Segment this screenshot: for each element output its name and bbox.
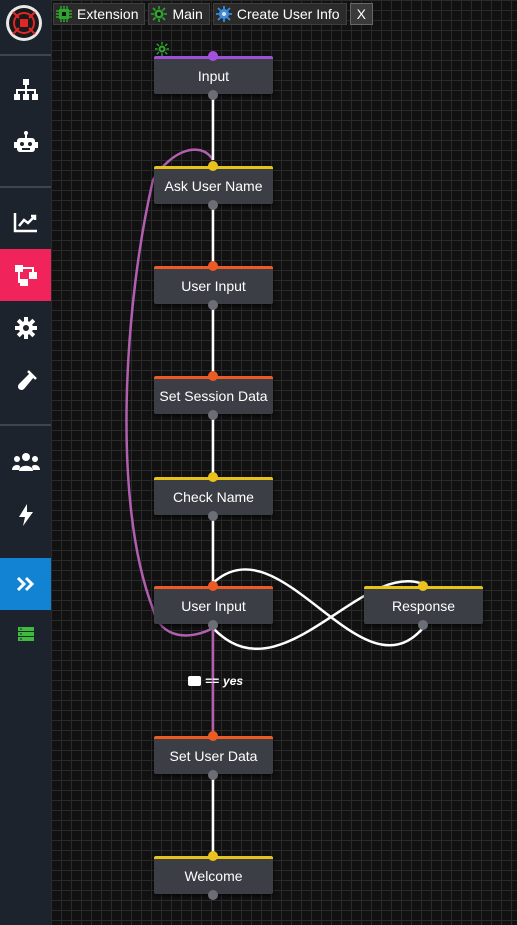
- message-dots-icon: [188, 676, 201, 686]
- flow-connections: [125, 98, 424, 853]
- input-port[interactable]: [208, 371, 218, 381]
- flow-node-set-session-data[interactable]: Set Session Data: [154, 371, 273, 420]
- output-port[interactable]: [208, 511, 218, 521]
- condition-operator: ==: [205, 674, 220, 688]
- flow-node-welcome[interactable]: Welcome: [154, 851, 273, 900]
- sitemap-icon: [13, 79, 38, 100]
- flow-node-user-input[interactable]: User Input: [154, 261, 273, 310]
- flow-node-set-user-data[interactable]: Set User Data: [154, 731, 273, 780]
- output-port[interactable]: [208, 770, 218, 780]
- node-label: Input: [197, 68, 230, 84]
- input-port[interactable]: [208, 472, 218, 482]
- flow-nodes-icon: [14, 265, 37, 286]
- condition-label[interactable]: == yes: [188, 673, 243, 689]
- flow-canvas[interactable]: Extension Main Create User Info X Input …: [51, 0, 517, 925]
- output-port[interactable]: [208, 300, 218, 310]
- flow-node-ask-user-name[interactable]: Ask User Name: [154, 161, 273, 210]
- input-port[interactable]: [208, 261, 218, 271]
- sidebar-item-actions[interactable]: [0, 489, 51, 541]
- input-port[interactable]: [208, 731, 218, 741]
- gear-icon: [14, 317, 37, 339]
- chart-line-icon: [13, 213, 37, 233]
- node-label: Response: [391, 598, 456, 614]
- input-port[interactable]: [418, 581, 428, 591]
- sidebar-item-flows[interactable]: [0, 249, 51, 301]
- condition-value: yes: [223, 674, 244, 688]
- node-label: Set Session Data: [159, 388, 268, 404]
- app-logo-icon[interactable]: [6, 5, 42, 41]
- output-port[interactable]: [208, 410, 218, 420]
- sidebar-item-settings[interactable]: [0, 302, 51, 354]
- node-label: User Input: [181, 598, 246, 614]
- sidebar-item-sitemap[interactable]: [0, 64, 51, 116]
- flow-node-user-input-2[interactable]: User Input: [154, 581, 273, 630]
- sidebar-item-testing[interactable]: [0, 355, 51, 407]
- sidebar-divider: [0, 186, 51, 188]
- sidebar-item-database[interactable]: [0, 610, 51, 658]
- sidebar-item-users[interactable]: [0, 436, 51, 488]
- node-label: Set User Data: [169, 748, 258, 764]
- input-port[interactable]: [208, 161, 218, 171]
- input-port[interactable]: [208, 851, 218, 861]
- node-label: User Input: [181, 278, 246, 294]
- database-icon: [17, 627, 34, 641]
- sidebar-divider: [0, 424, 51, 426]
- output-port[interactable]: [418, 620, 428, 630]
- output-port[interactable]: [208, 620, 218, 630]
- node-label: Ask User Name: [164, 178, 263, 194]
- flow-node-input[interactable]: Input: [154, 51, 273, 100]
- users-icon: [11, 453, 40, 471]
- robot-icon: [13, 131, 38, 152]
- node-label: Welcome: [184, 868, 243, 884]
- input-port[interactable]: [208, 51, 218, 61]
- debug-bug-icon: [155, 42, 169, 56]
- bolt-icon: [18, 504, 33, 526]
- sidebar-divider: [0, 54, 51, 56]
- node-label: Check Name: [173, 489, 254, 505]
- output-port[interactable]: [208, 200, 218, 210]
- flow-node-response[interactable]: Response: [364, 581, 483, 630]
- output-port[interactable]: [208, 90, 218, 100]
- sidebar-item-analytics[interactable]: [0, 196, 51, 248]
- input-port[interactable]: [208, 581, 218, 591]
- test-tube-icon: [17, 370, 37, 391]
- sidebar-item-bot[interactable]: [0, 117, 51, 169]
- sidebar-item-expand[interactable]: [0, 558, 51, 610]
- output-port[interactable]: [208, 890, 218, 900]
- double-chevron-right-icon: [16, 576, 34, 592]
- sidebar: [0, 0, 51, 925]
- flow-node-check-name[interactable]: Check Name: [154, 472, 273, 521]
